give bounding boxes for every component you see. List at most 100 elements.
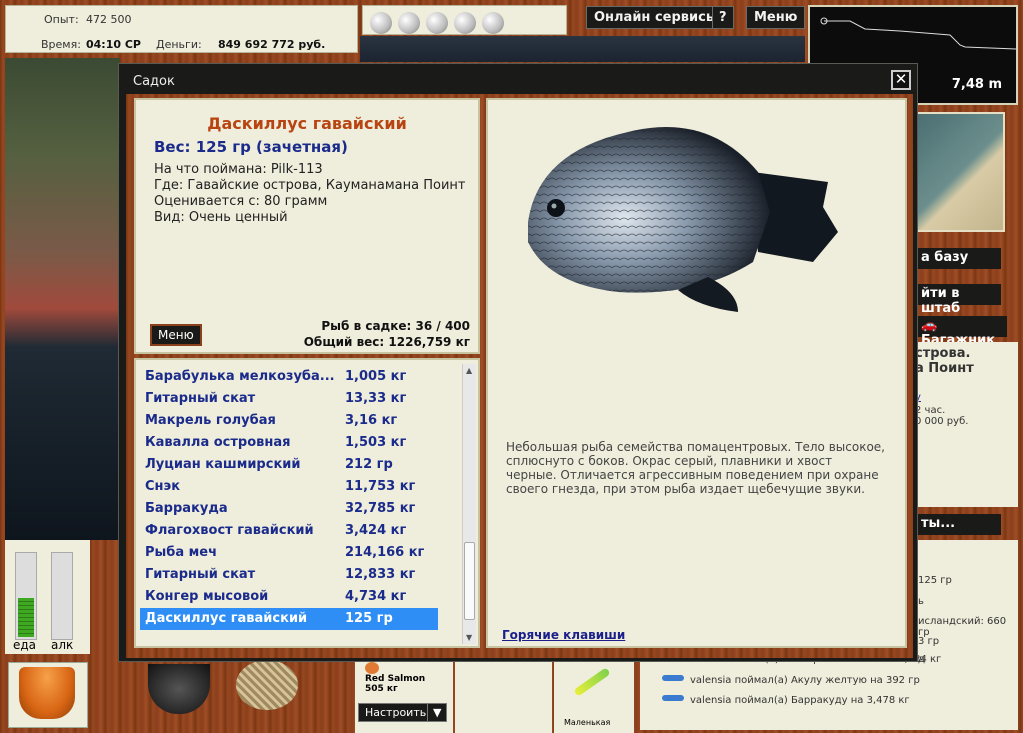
net-icon[interactable] <box>236 660 298 710</box>
food-label: еда <box>13 638 37 652</box>
fish-icon <box>662 695 684 701</box>
help-button[interactable]: ? <box>712 6 734 29</box>
tackle-slot[interactable] <box>455 656 552 733</box>
fish-list-row[interactable]: Гитарный скат 12,833 кг <box>140 564 438 586</box>
location-line: 2 час. <box>915 405 946 416</box>
fish-list-row[interactable]: Флагохвост гавайский 3,424 кг <box>140 520 438 542</box>
lure-slot[interactable]: Маленькая <box>554 656 634 733</box>
dialog-frame: Даскиллус гавайский Вес: 125 гр (зачетна… <box>126 94 913 658</box>
location-link[interactable]: у <box>915 392 1018 403</box>
lure-icon[interactable] <box>370 12 392 34</box>
fish-list-row[interactable]: Барабулька мелкозуба... 1,005 кг <box>140 366 438 388</box>
location-info-panel: строва. а Поинт у 2 час. 0 000 руб. <box>915 342 1018 507</box>
to-base-button[interactable]: а базу <box>915 248 1001 269</box>
lure-icon[interactable] <box>426 12 448 34</box>
fish-list-weight: 3,16 кг <box>345 413 398 428</box>
bucket-icon <box>19 667 75 719</box>
scroll-up-icon[interactable]: ▲ <box>466 366 472 375</box>
online-services-button[interactable]: Онлайн сервисы <box>586 6 726 29</box>
fish-list-weight: 11,753 кг <box>345 479 416 494</box>
location-line: строва. <box>915 346 971 361</box>
fish-list-name: Луциан кашмирский <box>145 457 301 472</box>
fish-list-name: Барабулька мелкозуба... <box>145 369 335 384</box>
fish-weight: Вес: 125 гр (зачетная) <box>154 138 348 156</box>
fish-description: Небольшая рыба семейства помацентровых. … <box>506 440 885 496</box>
mini-map[interactable] <box>915 112 1005 232</box>
menu-button[interactable]: Меню <box>746 6 806 29</box>
time-label: Время: <box>41 38 81 51</box>
fish-menu-button[interactable]: Меню <box>150 324 202 346</box>
lure-icon[interactable] <box>398 12 420 34</box>
list-scrollbar[interactable]: ▲ ▼ <box>462 364 476 644</box>
scroll-thumb[interactable] <box>464 542 475 620</box>
lure-icon[interactable] <box>454 12 476 34</box>
fish-list-name: Кавалла островная <box>145 435 291 450</box>
fish-list-row[interactable]: Барракуда 32,785 кг <box>140 498 438 520</box>
fish-list-name: Барракуда <box>145 501 228 516</box>
fish-list-weight: 214,166 кг <box>345 545 425 560</box>
hotkeys-link[interactable]: Горячие клавиши <box>502 628 625 642</box>
fish-list-weight: 3,424 кг <box>345 523 407 538</box>
trunk-button[interactable]: 🚗 Багажник <box>915 316 1007 348</box>
close-icon[interactable]: ✕ <box>891 70 911 90</box>
bait-icon <box>365 662 379 674</box>
lure-icon[interactable] <box>482 12 504 34</box>
fish-list-weight: 1,503 кг <box>345 435 407 450</box>
money-value: 849 692 772 руб. <box>218 38 326 51</box>
fish-list-row[interactable]: Кавалла островная 1,503 кг <box>140 432 438 454</box>
fish-list-row[interactable]: Макрель голубая 3,16 кг <box>140 410 438 432</box>
player-stats-panel: Опыт: 472 500 Время: 04:10 СР Деньги: 84… <box>5 5 358 53</box>
scroll-down-icon[interactable]: ▼ <box>466 633 472 642</box>
sea-strip <box>360 36 805 62</box>
more-button[interactable]: ты... <box>915 514 1001 535</box>
fish-picture-panel: Небольшая рыба семейства помацентровых. … <box>486 98 907 648</box>
exp-label: Опыт: <box>44 13 79 26</box>
fish-list-weight: 32,785 кг <box>345 501 416 516</box>
log-line: valensia поймал(а) Барракуду на 3,478 кг <box>690 695 910 706</box>
alcohol-gauge <box>51 552 73 640</box>
fish-list-row[interactable]: Конгер мысовой 4,734 кг <box>140 586 438 608</box>
fish-list-name: Рыба меч <box>145 545 218 560</box>
fish-count: Рыб в садке: 36 / 400 <box>321 319 470 333</box>
fish-list-weight: 12,833 кг <box>345 567 416 582</box>
keepnet-summary: Рыб в садке: 36 / 400 Общий вес: 1226,75… <box>304 318 470 350</box>
fish-list-name: Флагохвост гавайский <box>145 523 314 538</box>
fish-info-panel: Даскиллус гавайский Вес: 125 гр (зачетна… <box>134 98 480 354</box>
tackle-weight: 505 кг <box>365 684 398 694</box>
fish-list-row[interactable]: Луциан кашмирский 212 гр <box>140 454 438 476</box>
configure-button[interactable]: Настроить <box>358 703 434 722</box>
fish-list-row[interactable]: Гитарный скат 13,33 кг <box>140 388 438 410</box>
log-line: исландский: 660 гр <box>918 616 1007 638</box>
fish-list-name: Макрель голубая <box>145 413 276 428</box>
fish-list-name: Даскиллус гавайский <box>145 611 308 626</box>
fish-list-row[interactable]: Рыба меч 214,166 кг <box>140 542 438 564</box>
alcohol-label: алк <box>51 638 74 652</box>
tackle-slot: Red Salmon 505 кг Настроить ▼ <box>355 656 453 733</box>
fish-list-name: Конгер мысовой <box>145 589 269 604</box>
fish-list-weight: 125 гр <box>345 611 393 626</box>
pot-icon[interactable] <box>148 664 210 714</box>
food-gauge <box>15 552 37 640</box>
fish-list-weight: 1,005 кг <box>345 369 407 384</box>
lures-bar <box>362 5 567 35</box>
fish-list-row[interactable]: Снэк 11,753 кг <box>140 476 438 498</box>
lure-size: Маленькая <box>564 718 611 727</box>
keepnet-bucket-slot[interactable] <box>8 662 88 728</box>
food-gauge-fill <box>18 598 34 637</box>
player-gauges: еда алк <box>5 540 90 654</box>
fish-list-row[interactable]: Даскиллус гавайский 125 гр <box>140 608 438 630</box>
log-line: ь <box>918 596 924 607</box>
log-line: valensia поймал(а) Акулу желтую на 392 г… <box>690 675 920 686</box>
to-hq-button[interactable]: йти в штаб <box>915 284 1001 316</box>
game-scene <box>5 58 120 540</box>
fish-icon <box>662 675 684 681</box>
fish-name: Даскиллус гавайский <box>207 114 407 133</box>
tackle-dropdown-button[interactable]: ▼ <box>427 703 448 722</box>
fish-kind: Вид: Очень ценный <box>154 210 288 225</box>
fish-list-weight: 13,33 кг <box>345 391 407 406</box>
total-weight: Общий вес: 1226,759 кг <box>303 335 470 349</box>
fish-place: Где: Гавайские острова, Кауманамана Поин… <box>154 178 466 193</box>
depth-value: 7,48 m <box>951 77 1002 92</box>
exp-value: 472 500 <box>86 13 132 26</box>
log-line: 3 гр <box>918 636 940 647</box>
